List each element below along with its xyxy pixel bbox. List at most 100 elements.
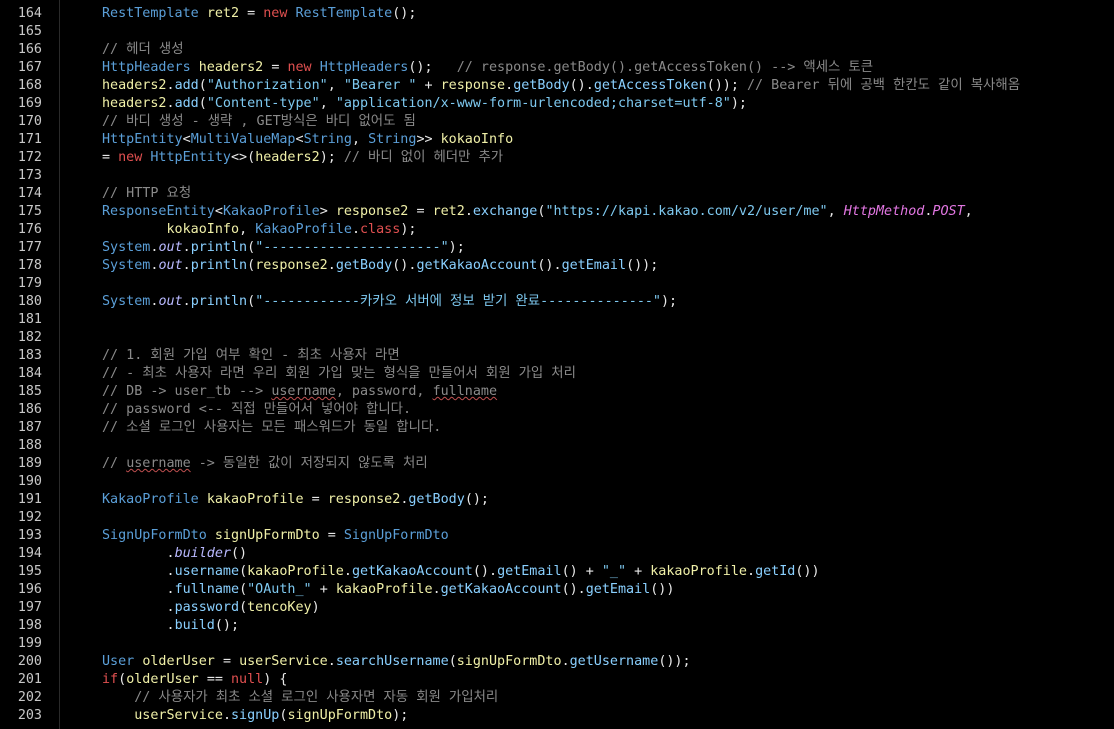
code-line[interactable]: 188 (0, 437, 1114, 455)
code-text: kokaoInfo, KakaoProfile.class); (166, 222, 417, 237)
code-text: .fullname("OAuth_" + kakaoProfile.getKak… (166, 582, 675, 597)
code-text: .password(tencoKey) (166, 600, 320, 615)
code-line[interactable]: 196 .fullname("OAuth_" + kakaoProfile.ge… (0, 581, 1114, 599)
code-line[interactable]: 180 System.out.println("------------카카오 서… (0, 293, 1114, 311)
code-line[interactable]: 171 HttpEntity<MultiValueMap<String, Stri… (0, 131, 1114, 149)
line-number: 173 (17, 168, 42, 183)
line-number: 174 (17, 186, 42, 201)
code-line[interactable]: 177 System.out.println("-----------------… (0, 239, 1114, 257)
code-text: KakaoProfile kakaoProfile = response2.ge… (102, 492, 489, 507)
code-line[interactable]: 186 // password <-- 직접 만들어서 넣어야 합니다. (0, 401, 1114, 419)
line-number: 182 (17, 330, 42, 345)
code-editor[interactable]: 164 RestTemplate ret2 = new RestTemplate(… (0, 0, 1114, 729)
line-number: 167 (17, 60, 42, 75)
code-text: User olderUser = userService.searchUsern… (102, 654, 691, 669)
code-text: // - 최초 사용자 라면 우리 회원 가입 맞는 형식을 만들어서 회원 가… (102, 366, 576, 381)
line-number: 198 (17, 618, 42, 633)
code-line[interactable]: 189 // username -> 동일한 값이 저장되지 않도록 처리 (0, 455, 1114, 473)
code-text: // 바디 생성 - 생략 , GET방식은 바디 없어도 됨 (102, 114, 416, 129)
line-number: 171 (17, 132, 42, 147)
line-number: 188 (17, 438, 42, 453)
line-number: 199 (17, 636, 42, 651)
code-line[interactable]: 197 .password(tencoKey) (0, 599, 1114, 617)
code-line[interactable]: 170 // 바디 생성 - 생략 , GET방식은 바디 없어도 됨 (0, 113, 1114, 131)
code-line[interactable]: 183 // 1. 회원 가입 여부 확인 - 최초 사용자 라면 (0, 347, 1114, 365)
line-number: 181 (17, 312, 42, 327)
line-number: 172 (17, 150, 42, 165)
line-number: 202 (17, 690, 42, 705)
code-text: // 1. 회원 가입 여부 확인 - 최초 사용자 라면 (102, 348, 400, 363)
code-line[interactable]: 181 (0, 311, 1114, 329)
line-number: 176 (17, 222, 42, 237)
line-number: 193 (17, 528, 42, 543)
code-line[interactable]: 192 (0, 509, 1114, 527)
line-number: 197 (17, 600, 42, 615)
line-number: 185 (17, 384, 42, 399)
code-text: // username -> 동일한 값이 저장되지 않도록 처리 (102, 456, 428, 471)
code-text: headers2.add("Authorization", "Bearer " … (102, 78, 1021, 93)
code-text: // password <-- 직접 만들어서 넣어야 합니다. (102, 402, 412, 417)
code-line[interactable]: 166 // 헤더 생성 (0, 41, 1114, 59)
line-number: 192 (17, 510, 42, 525)
line-number: 170 (17, 114, 42, 129)
code-line[interactable]: 193 SignUpFormDto signUpFormDto = SignUpF… (0, 527, 1114, 545)
line-number: 190 (17, 474, 42, 489)
code-line[interactable]: 194 .builder() (0, 545, 1114, 563)
code-text: if(olderUser == null) { (102, 672, 288, 687)
code-line[interactable]: 165 (0, 23, 1114, 41)
code-line[interactable]: 199 (0, 635, 1114, 653)
code-line[interactable]: 198 .build(); (0, 617, 1114, 635)
code-line[interactable]: 202 // 사용자가 최초 소셜 로그인 사용자면 자동 회원 가입처리 (0, 689, 1114, 707)
code-text: System.out.println(response2.getBody().g… (102, 258, 659, 273)
line-number: 189 (17, 456, 42, 471)
code-line[interactable]: 190 (0, 473, 1114, 491)
line-number: 180 (17, 294, 42, 309)
code-text: System.out.println("------------카카오 서버에 … (102, 294, 678, 309)
code-line[interactable]: 195 .username(kakaoProfile.getKakaoAccou… (0, 563, 1114, 581)
line-number: 168 (17, 78, 42, 93)
code-text: HttpHeaders headers2 = new HttpHeaders()… (102, 60, 874, 75)
line-number: 177 (17, 240, 42, 255)
code-line[interactable]: 174 // HTTP 요청 (0, 185, 1114, 203)
line-number: 195 (17, 564, 42, 579)
code-text: .username(kakaoProfile.getKakaoAccount()… (166, 564, 820, 579)
code-text: .builder() (166, 546, 248, 561)
code-line[interactable]: 173 (0, 167, 1114, 185)
code-text: // DB -> user_tb --> username, password,… (102, 384, 498, 399)
line-number: 164 (17, 6, 42, 21)
code-text: ResponseEntity<KakaoProfile> response2 =… (102, 204, 973, 219)
code-text: = new HttpEntity<>(headers2); // 바디 없이 헤… (102, 150, 504, 165)
code-line[interactable]: 187 // 소셜 로그인 사용자는 모든 패스워드가 동일 합니다. (0, 419, 1114, 437)
code-line[interactable]: 172 = new HttpEntity<>(headers2); // 바디 없… (0, 149, 1114, 167)
code-line[interactable]: 169 headers2.add("Content-type", "applica… (0, 95, 1114, 113)
code-text: SignUpFormDto signUpFormDto = SignUpForm… (102, 528, 449, 543)
line-number: 184 (17, 366, 42, 381)
code-line[interactable]: 167 HttpHeaders headers2 = new HttpHeader… (0, 59, 1114, 77)
code-text: RestTemplate ret2 = new RestTemplate(); (102, 6, 417, 21)
code-line[interactable]: 203 userService.signUp(signUpFormDto); (0, 707, 1114, 725)
code-line[interactable]: 182 (0, 329, 1114, 347)
code-line[interactable]: 191 KakaoProfile kakaoProfile = response2… (0, 491, 1114, 509)
code-line[interactable]: 176 kokaoInfo, KakaoProfile.class); (0, 221, 1114, 239)
code-text: HttpEntity<MultiValueMap<String, String>… (102, 132, 514, 147)
code-line[interactable]: 178 System.out.println(response2.getBody(… (0, 257, 1114, 275)
line-number: 183 (17, 348, 42, 363)
code-line[interactable]: 184 // - 최초 사용자 라면 우리 회원 가입 맞는 형식을 만들어서 회… (0, 365, 1114, 383)
code-text: headers2.add("Content-type", "applicatio… (102, 96, 747, 111)
line-number: 191 (17, 492, 42, 507)
code-line[interactable]: 185 // DB -> user_tb --> username, passwo… (0, 383, 1114, 401)
code-line[interactable]: 179 (0, 275, 1114, 293)
line-number: 201 (17, 672, 42, 687)
code-line[interactable]: 164 RestTemplate ret2 = new RestTemplate(… (0, 5, 1114, 23)
code-line[interactable]: 200 User olderUser = userService.searchUs… (0, 653, 1114, 671)
code-text: // HTTP 요청 (102, 186, 192, 201)
code-line[interactable]: 201 if(olderUser == null) { (0, 671, 1114, 689)
code-line[interactable]: 168 headers2.add("Authorization", "Bearer… (0, 77, 1114, 95)
code-text: // 소셜 로그인 사용자는 모든 패스워드가 동일 합니다. (102, 420, 442, 435)
code-line[interactable]: 175 ResponseEntity<KakaoProfile> response… (0, 203, 1114, 221)
line-number: 196 (17, 582, 42, 597)
line-number: 179 (17, 276, 42, 291)
code-text: .build(); (166, 618, 240, 633)
line-number: 187 (17, 420, 42, 435)
line-number: 203 (17, 708, 42, 723)
